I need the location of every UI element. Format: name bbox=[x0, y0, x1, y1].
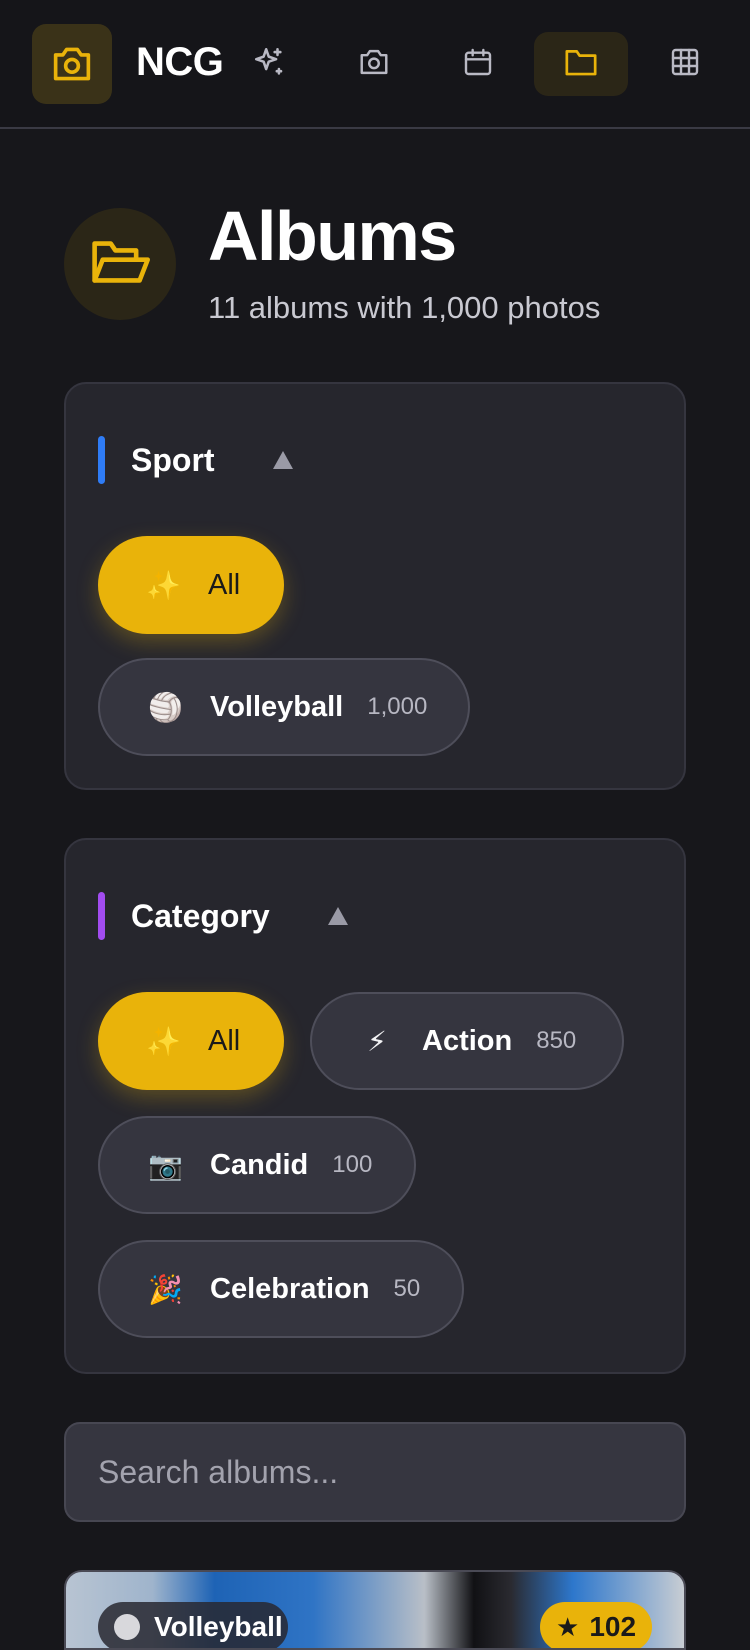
brand-name[interactable]: NCG bbox=[136, 40, 224, 85]
top-navigation-bar: NCG bbox=[0, 0, 750, 129]
nav-albums-button[interactable] bbox=[534, 32, 628, 96]
chip-count: 850 bbox=[536, 1027, 577, 1054]
category-accent-bar bbox=[98, 892, 105, 940]
lightning-icon: ⚡ bbox=[367, 1025, 387, 1057]
category-chip-candid[interactable]: 📷 Candid 100 bbox=[98, 1116, 416, 1214]
category-filter-header[interactable]: Category bbox=[98, 892, 348, 940]
chip-label: All bbox=[208, 568, 241, 601]
chip-count: 100 bbox=[332, 1151, 373, 1178]
volleyball-icon bbox=[114, 1614, 140, 1640]
folder-open-icon bbox=[90, 236, 150, 293]
page-subtitle: 11 albums with 1,000 photos bbox=[208, 290, 601, 325]
albums-header-badge bbox=[64, 208, 176, 320]
chip-label: Candid bbox=[210, 1148, 309, 1181]
nav-calendar-button[interactable] bbox=[431, 32, 525, 96]
category-filter-panel: Category ✨ All ⚡ Action 850 📷 Candid 100… bbox=[64, 838, 686, 1374]
volleyball-icon: 🏐 bbox=[148, 691, 183, 723]
sport-chip-volleyball[interactable]: 🏐 Volleyball 1,000 bbox=[98, 658, 470, 756]
category-chip-action[interactable]: ⚡ Action 850 bbox=[310, 992, 624, 1090]
sparkles-icon: ✨ bbox=[146, 1025, 181, 1057]
sport-chip-all[interactable]: ✨ All bbox=[98, 536, 284, 634]
nav-sparkles-button[interactable] bbox=[222, 32, 316, 96]
album-card[interactable]: Volleyball ★ 102 bbox=[64, 1570, 686, 1650]
sport-filter-title: Sport bbox=[131, 441, 215, 478]
party-popper-icon: 🎉 bbox=[148, 1273, 183, 1305]
calendar-icon bbox=[462, 46, 494, 83]
sparkles-icon: ✨ bbox=[146, 569, 181, 601]
sparkles-icon bbox=[252, 45, 286, 84]
nav-grid-button[interactable] bbox=[638, 32, 732, 96]
folder-icon bbox=[564, 47, 598, 82]
page-title: Albums bbox=[208, 197, 457, 275]
chip-label: Action bbox=[422, 1024, 513, 1057]
nav-camera-button[interactable] bbox=[327, 32, 421, 96]
album-sport-label: Volleyball bbox=[154, 1611, 283, 1642]
album-photo-count: 102 bbox=[589, 1611, 637, 1642]
sport-accent-bar bbox=[98, 436, 105, 484]
album-photo-count-badge: ★ 102 bbox=[540, 1602, 652, 1648]
sport-filter-header[interactable]: Sport bbox=[98, 436, 293, 484]
chip-label: All bbox=[208, 1024, 241, 1057]
album-sport-tag: Volleyball bbox=[98, 1602, 288, 1648]
category-chip-celebration[interactable]: 🎉 Celebration 50 bbox=[98, 1240, 464, 1338]
sport-filter-panel: Sport ✨ All 🏐 Volleyball 1,000 bbox=[64, 382, 686, 790]
chip-count: 50 bbox=[393, 1275, 421, 1302]
category-chip-all[interactable]: ✨ All bbox=[98, 992, 284, 1090]
chip-label: Volleyball bbox=[210, 690, 344, 723]
star-icon: ★ bbox=[556, 1611, 580, 1642]
chip-label: Celebration bbox=[210, 1272, 370, 1305]
search-albums-input[interactable] bbox=[64, 1422, 686, 1522]
grid-icon bbox=[669, 46, 701, 83]
collapse-caret-icon[interactable] bbox=[327, 907, 348, 925]
camera-icon: 📷 bbox=[148, 1149, 183, 1181]
category-filter-title: Category bbox=[131, 897, 270, 934]
chip-count: 1,000 bbox=[367, 693, 428, 720]
collapse-caret-icon[interactable] bbox=[272, 451, 293, 469]
camera-icon bbox=[357, 47, 391, 82]
logo-camera-icon[interactable] bbox=[32, 24, 112, 104]
